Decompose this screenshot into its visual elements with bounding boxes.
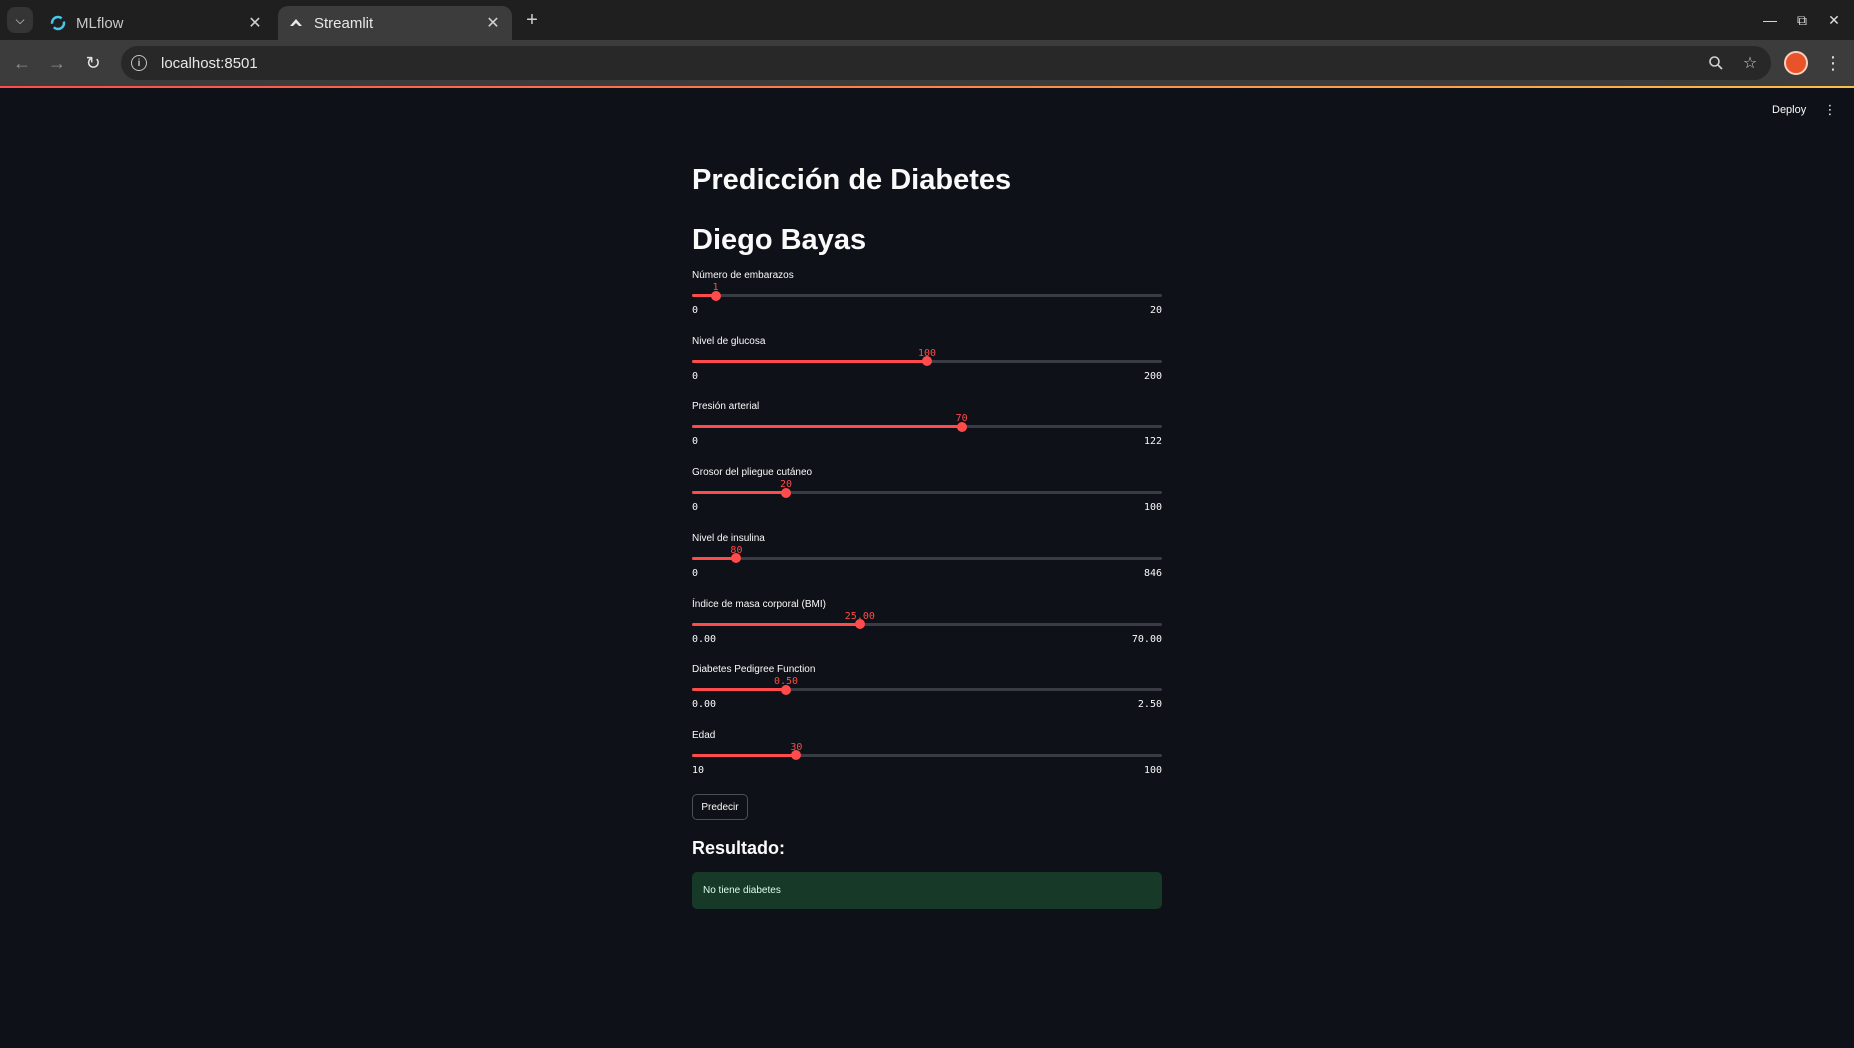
slider-track[interactable] <box>692 750 1162 761</box>
zoom-icon[interactable] <box>1703 50 1729 76</box>
browser-tab-mlflow[interactable]: MLflow ✕ <box>40 6 274 40</box>
minimize-icon[interactable]: — <box>1758 8 1782 32</box>
chevron-down-icon: ⌵ <box>15 12 25 27</box>
slider-max-label: 846 <box>1143 567 1162 579</box>
slider-8[interactable]: Edad 30 10 100 <box>692 730 1162 794</box>
slider-fill <box>692 425 962 429</box>
slider-track[interactable] <box>692 421 1162 432</box>
slider-2[interactable]: Nivel de glucosa 100 0 200 <box>692 336 1162 400</box>
restore-icon[interactable]: ⧉ <box>1790 8 1814 32</box>
browser-toolbar: ← → ↻ i localhost:8501 ☆ ⋮ <box>0 40 1854 86</box>
slider-fill <box>692 622 860 626</box>
slider-max-label: 2.50 <box>1137 699 1162 711</box>
slider-5[interactable]: Nivel de insulina 80 0 846 <box>692 533 1162 597</box>
close-window-icon[interactable]: ✕ <box>1822 8 1846 32</box>
slider-max-label: 100 <box>1143 502 1162 514</box>
author-heading: Diego Bayas <box>692 224 867 256</box>
browser-menu-icon[interactable]: ⋮ <box>1821 51 1845 75</box>
slider-track[interactable] <box>692 619 1162 629</box>
slider-min-label: 0 <box>692 502 699 514</box>
slider-thumb[interactable] <box>956 421 967 432</box>
slider-label: Grosor del pliegue cutáneo <box>692 467 813 479</box>
slider-max-label: 122 <box>1143 436 1162 448</box>
main-menu-icon[interactable]: ⋮ <box>1820 100 1840 120</box>
slider-track[interactable] <box>692 553 1162 564</box>
slider-fill <box>692 753 797 757</box>
page-load-indicator <box>0 86 1854 88</box>
slider-label: Índice de masa corporal (BMI) <box>692 598 826 610</box>
slider-max-label: 70.00 <box>1131 633 1162 645</box>
close-icon[interactable]: ✕ <box>246 14 264 32</box>
slider-thumb[interactable] <box>781 684 791 695</box>
slider-label: Número de embarazos <box>692 270 794 281</box>
slider-thumb[interactable] <box>854 619 865 629</box>
address-bar[interactable]: i localhost:8501 ☆ <box>121 46 1771 80</box>
slider-label: Diabetes Pedigree Function <box>692 664 816 676</box>
mlflow-icon <box>50 15 66 31</box>
slider-label: Nivel de insulina <box>692 532 765 544</box>
profile-avatar[interactable] <box>1784 51 1808 75</box>
result-heading: Resultado: <box>692 838 786 858</box>
predict-button[interactable]: Predecir <box>692 794 748 820</box>
slider-max-label: 20 <box>1149 305 1162 316</box>
tab-title: MLflow <box>76 14 124 32</box>
result-success-alert: No tiene diabetes <box>692 872 1162 909</box>
slider-label: Nivel de glucosa <box>692 335 766 347</box>
streamlit-icon <box>288 15 304 31</box>
slider-6[interactable]: Índice de masa corporal (BMI) 25.00 0.00 70… <box>692 599 1162 663</box>
slider-track[interactable] <box>692 684 1162 695</box>
slider-min-label: 0.00 <box>692 633 717 645</box>
slider-fill <box>692 491 786 495</box>
slider-thumb[interactable] <box>781 487 791 498</box>
slider-1[interactable]: Número de embarazos 1 0 20 <box>692 270 1162 334</box>
slider-thumb[interactable] <box>791 750 802 761</box>
slider-thumb[interactable] <box>922 356 932 367</box>
browser-tab-streamlit[interactable]: Streamlit ✕ <box>278 6 512 40</box>
url-text[interactable]: localhost:8501 <box>161 55 1703 72</box>
slider-max-label: 200 <box>1143 370 1162 382</box>
slider-7[interactable]: Diabetes Pedigree Function 0.50 0.00 2.50 <box>692 664 1162 728</box>
slider-fill <box>692 688 786 692</box>
slider-label: Presión arterial <box>692 401 760 413</box>
forward-arrow-icon[interactable]: → <box>43 49 71 77</box>
slider-4[interactable]: Grosor del pliegue cutáneo 20 0 100 <box>692 467 1162 531</box>
slider-label: Edad <box>692 729 716 741</box>
slider-min-label: 10 <box>692 764 705 776</box>
new-tab-plus-icon[interactable]: + <box>520 8 544 32</box>
slider-track[interactable] <box>692 356 1162 367</box>
slider-min-label: 0 <box>692 567 699 579</box>
slider-fill <box>692 359 927 363</box>
tab-title: Streamlit <box>314 14 374 32</box>
slider-thumb[interactable] <box>731 553 742 564</box>
back-arrow-icon[interactable]: ← <box>8 49 36 77</box>
close-icon[interactable]: ✕ <box>484 14 502 32</box>
deploy-button[interactable]: Deploy <box>1772 100 1806 120</box>
site-info-icon[interactable]: i <box>131 55 147 71</box>
slider-min-label: 0 <box>692 436 699 448</box>
browser-tab-bar: ⌵ MLflow ✕ Streamlit ✕ + — ⧉ ✕ <box>0 0 1854 40</box>
slider-track[interactable] <box>692 290 1162 301</box>
slider-min-label: 0.00 <box>692 699 717 711</box>
slider-min-label: 0 <box>692 370 699 382</box>
slider-min-label: 0 <box>692 305 699 316</box>
slider-thumb[interactable] <box>710 290 721 301</box>
reload-icon[interactable]: ↻ <box>79 49 107 77</box>
page-title: Predicción de Diabetes <box>692 164 1012 196</box>
slider-max-label: 100 <box>1143 764 1162 776</box>
slider-3[interactable]: Presión arterial 70 0 122 <box>692 401 1162 465</box>
slider-fill <box>692 556 737 560</box>
tab-search-button[interactable]: ⌵ <box>7 7 33 33</box>
slider-track[interactable] <box>692 487 1162 498</box>
bookmark-star-icon[interactable]: ☆ <box>1737 50 1763 76</box>
